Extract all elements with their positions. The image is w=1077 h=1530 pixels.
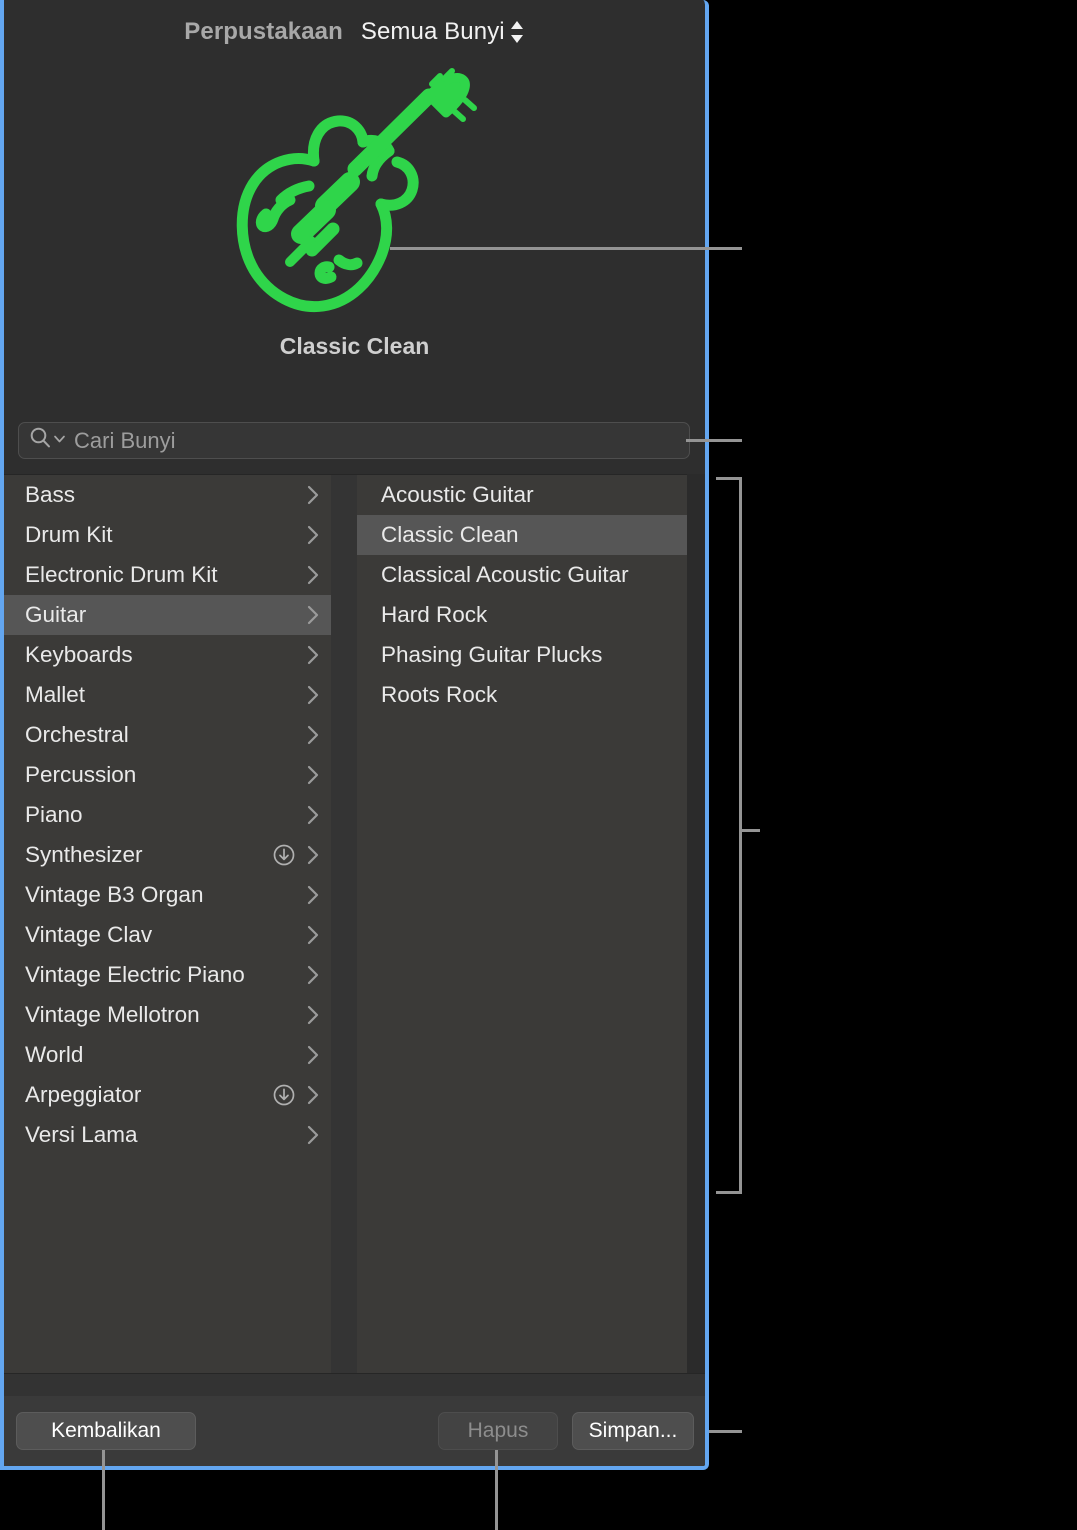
category-row-label: Vintage Clav (25, 922, 305, 948)
chevron-right-icon (305, 1083, 321, 1107)
library-header: Perpustakaan Semua Bunyi (4, 4, 705, 60)
sound-scope-popup[interactable]: Semua Bunyi (361, 18, 525, 46)
search-input[interactable] (68, 428, 679, 454)
chevron-down-icon[interactable] (53, 432, 66, 450)
browser-gutter (687, 474, 705, 1373)
category-row[interactable]: Guitar (4, 595, 331, 635)
library-panel: Perpustakaan Semua Bunyi (0, 0, 709, 1470)
stepper-updown-icon (509, 19, 525, 45)
category-row-label: World (25, 1042, 305, 1068)
chevron-right-icon (305, 963, 321, 987)
category-row[interactable]: Vintage Mellotron (4, 995, 331, 1035)
patch-row-label: Classic Clean (381, 522, 677, 548)
column-divider (331, 474, 357, 1374)
chevron-right-icon (305, 483, 321, 507)
category-row-label: Keyboards (25, 642, 305, 668)
callout-brace-browser (716, 477, 742, 1194)
chevron-right-icon (305, 723, 321, 747)
category-row[interactable]: Vintage Electric Piano (4, 955, 331, 995)
callout-line-save (709, 1430, 742, 1433)
category-row-label: Vintage B3 Organ (25, 882, 305, 908)
chevron-right-icon (305, 563, 321, 587)
category-row[interactable]: Bass (4, 475, 331, 515)
patch-row[interactable]: Acoustic Guitar (357, 475, 687, 515)
download-icon[interactable] (272, 1083, 296, 1107)
patch-row-label: Acoustic Guitar (381, 482, 677, 508)
callout-line-restore (102, 1450, 105, 1530)
category-row[interactable]: Synthesizer (4, 835, 331, 875)
patch-row[interactable]: Phasing Guitar Plucks (357, 635, 687, 675)
category-row-label: Mallet (25, 682, 305, 708)
category-row[interactable]: Percussion (4, 755, 331, 795)
chevron-right-icon (305, 1003, 321, 1027)
patch-row-label: Hard Rock (381, 602, 677, 628)
patch-row[interactable]: Hard Rock (357, 595, 687, 635)
sound-browser: Bass Drum Kit Electronic Drum Kit Guitar Key… (4, 474, 705, 1373)
category-row[interactable]: Versi Lama (4, 1115, 331, 1155)
category-row-label: Guitar (25, 602, 305, 628)
category-row[interactable]: Mallet (4, 675, 331, 715)
category-row[interactable]: Piano (4, 795, 331, 835)
category-row-label: Percussion (25, 762, 305, 788)
category-row[interactable]: Vintage B3 Organ (4, 875, 331, 915)
electric-guitar-icon (205, 66, 505, 331)
patch-row[interactable]: Classical Acoustic Guitar (357, 555, 687, 595)
category-row[interactable]: World (4, 1035, 331, 1075)
chevron-right-icon (305, 843, 321, 867)
patch-row-label: Roots Rock (381, 682, 677, 708)
chevron-right-icon (305, 803, 321, 827)
search-icon[interactable] (29, 426, 51, 455)
delete-button: Hapus (438, 1412, 558, 1450)
library-title: Perpustakaan (184, 18, 343, 46)
category-row[interactable]: Arpeggiator (4, 1075, 331, 1115)
patch-row-label: Phasing Guitar Plucks (381, 642, 677, 668)
category-row[interactable]: Vintage Clav (4, 915, 331, 955)
category-row-label: Drum Kit (25, 522, 305, 548)
patch-row[interactable]: Roots Rock (357, 675, 687, 715)
category-row[interactable]: Drum Kit (4, 515, 331, 555)
patch-preview-name: Classic Clean (280, 333, 430, 360)
search-field-wrapper (18, 422, 690, 459)
category-row-label: Piano (25, 802, 305, 828)
chevron-right-icon (305, 883, 321, 907)
category-row-label: Versi Lama (25, 1122, 305, 1148)
patch-column[interactable]: Acoustic Guitar Classic Clean Classical Ac… (357, 474, 687, 1374)
chevron-right-icon (305, 643, 321, 667)
library-footer: Kembalikan Hapus Simpan... (4, 1396, 705, 1466)
callout-line-search (686, 439, 742, 442)
category-column[interactable]: Bass Drum Kit Electronic Drum Kit Guitar Key… (4, 474, 331, 1374)
chevron-right-icon (305, 763, 321, 787)
chevron-right-icon (305, 923, 321, 947)
restore-button[interactable]: Kembalikan (16, 1412, 196, 1450)
category-row-label: Bass (25, 482, 305, 508)
patch-row[interactable]: Classic Clean (357, 515, 687, 555)
download-icon[interactable] (272, 843, 296, 867)
category-row-label: Arpeggiator (25, 1082, 272, 1108)
category-row-label: Vintage Mellotron (25, 1002, 305, 1028)
category-row-label: Vintage Electric Piano (25, 962, 305, 988)
callout-line-preview (390, 247, 742, 250)
save-button[interactable]: Simpan... (572, 1412, 694, 1450)
sound-scope-value: Semua Bunyi (361, 18, 505, 46)
patch-row-label: Classical Acoustic Guitar (381, 562, 677, 588)
chevron-right-icon (305, 1043, 321, 1067)
category-row-label: Synthesizer (25, 842, 272, 868)
chevron-right-icon (305, 683, 321, 707)
footer-divider (4, 1373, 705, 1397)
callout-line-delete (495, 1450, 498, 1530)
category-row[interactable]: Orchestral (4, 715, 331, 755)
chevron-right-icon (305, 1123, 321, 1147)
search-field[interactable] (18, 422, 690, 459)
category-row-label: Orchestral (25, 722, 305, 748)
callout-line-browser (740, 829, 760, 832)
category-row-label: Electronic Drum Kit (25, 562, 305, 588)
chevron-right-icon (305, 603, 321, 627)
chevron-right-icon (305, 523, 321, 547)
category-row[interactable]: Electronic Drum Kit (4, 555, 331, 595)
patch-preview: Classic Clean (4, 60, 705, 405)
category-row[interactable]: Keyboards (4, 635, 331, 675)
